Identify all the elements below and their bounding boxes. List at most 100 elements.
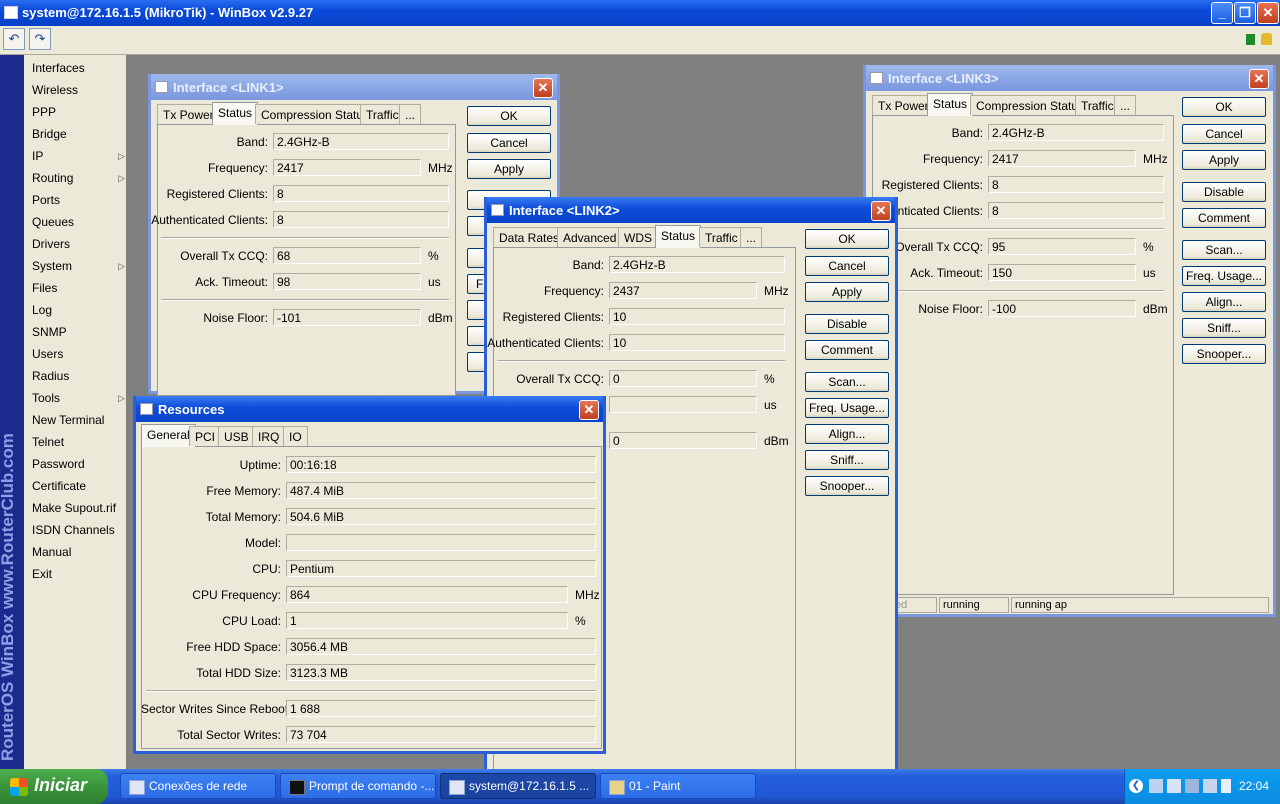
taskbar-item-winbox[interactable]: system@172.16.1.5 ... <box>440 773 596 799</box>
link3-sniff-button[interactable]: Sniff... <box>1182 318 1266 338</box>
link1-tab-traffic[interactable]: Traffic <box>360 104 405 124</box>
link2-ok-button[interactable]: OK <box>805 229 889 249</box>
speaker-icon[interactable] <box>1149 779 1163 793</box>
link3-ok-button[interactable]: OK <box>1182 97 1266 117</box>
menu-item-bridge[interactable]: Bridge <box>32 123 67 145</box>
close-button[interactable]: ✕ <box>1257 2 1279 24</box>
menu-item-drivers[interactable]: Drivers <box>32 233 70 255</box>
taskbar-item-command-prompt[interactable]: Prompt de comando -... <box>280 773 436 799</box>
link3-close-button[interactable]: ✕ <box>1249 69 1269 89</box>
menu-item-ports[interactable]: Ports <box>32 189 60 211</box>
link3-disable-button[interactable]: Disable <box>1182 182 1266 202</box>
menu-item-manual[interactable]: Manual <box>32 541 71 563</box>
link2-tab-traffic[interactable]: Traffic <box>699 227 744 247</box>
taskbar-item-network-connections[interactable]: Conexões de rede <box>120 773 276 799</box>
link2-tab-wds[interactable]: WDS <box>618 227 658 247</box>
link1-cancel-button[interactable]: Cancel <box>467 133 551 153</box>
link2-sniff-button[interactable]: Sniff... <box>805 450 889 470</box>
minimize-button[interactable]: _ <box>1211 2 1233 24</box>
menu-item-telnet[interactable]: Telnet <box>32 431 64 453</box>
menu-item-make-supout-rif[interactable]: Make Supout.rif <box>32 497 116 519</box>
link2-align-button[interactable]: Align... <box>805 424 889 444</box>
menu-item-ppp[interactable]: PPP <box>32 101 56 123</box>
menu-item-files[interactable]: Files <box>32 277 57 299</box>
menu-item-users[interactable]: Users <box>32 343 63 365</box>
link2-scan-button[interactable]: Scan... <box>805 372 889 392</box>
link3-tab-status[interactable]: Status <box>927 93 974 116</box>
resource-value: 864 <box>286 586 568 603</box>
ack-timeout-unit: us <box>764 398 777 412</box>
menu-item-system[interactable]: System ▷ <box>32 255 125 277</box>
start-button[interactable]: Iniciar <box>0 769 108 804</box>
menu-item-queues[interactable]: Queues <box>32 211 74 233</box>
undo-icon[interactable]: ↶ <box>3 28 25 50</box>
link1-tab-compression-status[interactable]: Compression Status <box>255 104 376 124</box>
link1-tab-tx-power[interactable]: Tx Power <box>157 104 220 124</box>
menu-item-interfaces[interactable]: Interfaces <box>32 57 85 79</box>
resources-tab-io[interactable]: IO <box>283 426 308 446</box>
menu-item-label: Users <box>32 347 64 361</box>
link2-cancel-button[interactable]: Cancel <box>805 256 889 276</box>
menu-item-tools[interactable]: Tools ▷ <box>32 387 125 409</box>
menu-item-wireless[interactable]: Wireless <box>32 79 78 101</box>
link2-apply-button[interactable]: Apply <box>805 282 889 302</box>
link1-ok-button[interactable]: OK <box>467 106 551 126</box>
link3-apply-button[interactable]: Apply <box>1182 150 1266 170</box>
link3-cancel-button[interactable]: Cancel <box>1182 124 1266 144</box>
menu-item-routing[interactable]: Routing ▷ <box>32 167 125 189</box>
link2-comment-button[interactable]: Comment <box>805 340 889 360</box>
menu-item-radius[interactable]: Radius <box>32 365 69 387</box>
menu-item-log[interactable]: Log <box>32 299 52 321</box>
resources-tab-pci[interactable]: PCI <box>189 426 222 446</box>
menu-item-ip[interactable]: IP ▷ <box>32 145 125 167</box>
menu-item-snmp[interactable]: SNMP <box>32 321 67 343</box>
security-tray-icon[interactable] <box>1203 779 1217 793</box>
tx-ccq-unit: % <box>764 372 775 386</box>
link3-tab-tx-power[interactable]: Tx Power <box>872 95 935 115</box>
menu-item-isdn-channels[interactable]: ISDN Channels <box>32 519 115 541</box>
link1-close-button[interactable]: ✕ <box>533 78 553 98</box>
ack-timeout-field: 150 <box>988 264 1136 281</box>
network-tray-icon[interactable] <box>1167 779 1181 793</box>
link2-tab-advanced[interactable]: Advanced <box>557 227 623 247</box>
redo-icon[interactable]: ↷ <box>29 28 51 50</box>
menu-item-new-terminal[interactable]: New Terminal <box>32 409 104 431</box>
menu-item-label: Wireless <box>32 83 79 97</box>
maximize-button[interactable]: ❐ <box>1234 2 1256 24</box>
monitor-tray-icon[interactable] <box>1185 779 1199 793</box>
tray-expand-icon[interactable]: ❮ <box>1129 779 1143 793</box>
link3-snooper-button[interactable]: Snooper... <box>1182 344 1266 364</box>
link2-title: Interface <LINK2> <box>509 203 620 218</box>
band-label: Band: <box>572 258 604 272</box>
link2-close-button[interactable]: ✕ <box>871 201 891 221</box>
taskbar-item-paint[interactable]: 01 - Paint <box>600 773 756 799</box>
link1-tab-more[interactable]: ... <box>399 104 422 124</box>
link3-scan-button[interactable]: Scan... <box>1182 240 1266 260</box>
link2-disable-button[interactable]: Disable <box>805 314 889 334</box>
link3-comment-button[interactable]: Comment <box>1182 208 1266 228</box>
link2-snooper-button[interactable]: Snooper... <box>805 476 889 496</box>
resources-tab-general[interactable]: General <box>141 424 196 447</box>
resources-tab-irq[interactable]: IRQ <box>252 426 286 446</box>
menu-item-label: IP <box>32 149 44 163</box>
link2-freq-usage-button[interactable]: Freq. Usage... <box>805 398 889 418</box>
resource-value: 1 688 <box>286 700 596 717</box>
link3-align-button[interactable]: Align... <box>1182 292 1266 312</box>
resources-tab-usb[interactable]: USB <box>218 426 255 446</box>
link3-freq-usage-button[interactable]: Freq. Usage... <box>1182 266 1266 286</box>
device-tray-icon[interactable] <box>1221 779 1231 793</box>
link1-tab-status[interactable]: Status <box>212 102 259 125</box>
link3-tab-more[interactable]: ... <box>1114 95 1137 115</box>
resource-label: CPU Load: <box>222 614 281 628</box>
menu-item-certificate[interactable]: Certificate <box>32 475 86 497</box>
brand-sidebar: RouterOS WinBox www.RouterClub.com <box>0 55 24 769</box>
link1-apply-button[interactable]: Apply <box>467 159 551 179</box>
link3-tab-traffic[interactable]: Traffic <box>1075 95 1120 115</box>
resources-close-button[interactable]: ✕ <box>579 400 599 420</box>
link2-tab-data-rates[interactable]: Data Rates <box>493 227 566 247</box>
menu-item-password[interactable]: Password <box>32 453 85 475</box>
link3-tab-compression-status[interactable]: Compression Status <box>970 95 1091 115</box>
link2-tab-status[interactable]: Status <box>655 225 702 248</box>
menu-item-exit[interactable]: Exit <box>32 563 52 585</box>
link2-tab-more[interactable]: ... <box>740 227 763 247</box>
